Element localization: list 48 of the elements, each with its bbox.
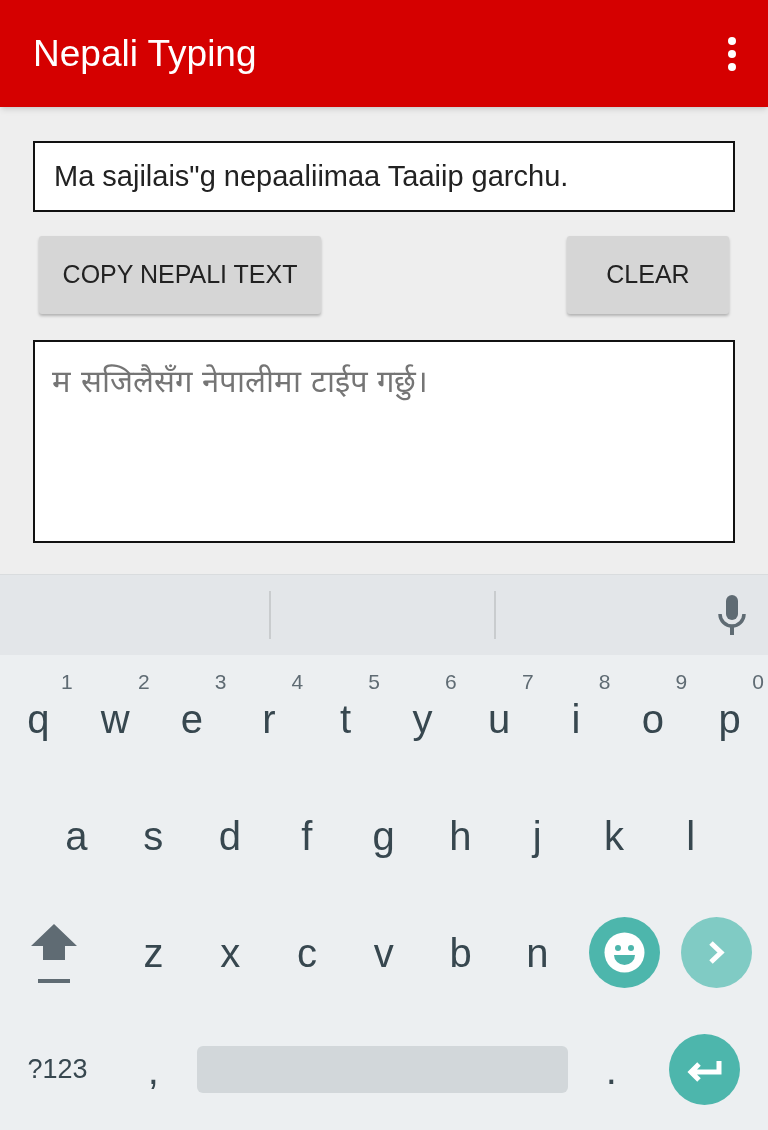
key-hint: 3 bbox=[214, 669, 227, 695]
key-hint: 9 bbox=[675, 669, 688, 695]
keyboard-key[interactable]: , bbox=[115, 1011, 192, 1128]
keyboard-key[interactable]: r 4 bbox=[230, 660, 308, 777]
keyboard-key[interactable]: o 9 bbox=[614, 660, 692, 777]
more-options-icon[interactable] bbox=[726, 35, 738, 72]
keyboard-key[interactable]: f bbox=[268, 777, 346, 894]
key-hint: 4 bbox=[291, 669, 304, 695]
keyboard-key[interactable]: z bbox=[115, 894, 192, 1011]
keyboard-key[interactable]: l bbox=[652, 777, 730, 894]
keyboard-key[interactable]: w 2 bbox=[76, 660, 154, 777]
keyboard-key[interactable]: u 7 bbox=[460, 660, 538, 777]
keyboard-key[interactable]: b bbox=[422, 894, 499, 1011]
keyboard-key[interactable]: e 3 bbox=[153, 660, 231, 777]
keyboard-key[interactable]: i 8 bbox=[537, 660, 615, 777]
keyboard-key[interactable]: j bbox=[498, 777, 576, 894]
next-button[interactable] bbox=[681, 917, 753, 988]
keyboard-key[interactable]: h bbox=[422, 777, 499, 894]
keyboard-key[interactable]: p 0 bbox=[691, 660, 768, 777]
keyboard-key[interactable]: c bbox=[268, 894, 346, 1011]
keyboard-key[interactable]: a bbox=[38, 777, 115, 894]
enter-button[interactable] bbox=[669, 1034, 741, 1105]
keyboard-key[interactable]: x bbox=[191, 894, 269, 1011]
key-hint: 7 bbox=[521, 669, 534, 695]
clear-button[interactable]: CLEAR bbox=[567, 236, 729, 314]
key-hint: 8 bbox=[598, 669, 611, 695]
key-hint: 6 bbox=[445, 669, 457, 695]
keyboard-key[interactable]: n bbox=[499, 894, 576, 1011]
key-hint: 1 bbox=[61, 669, 73, 695]
copy-button[interactable]: COPY NEPALI TEXT bbox=[39, 236, 321, 314]
keyboard-key[interactable]: g bbox=[345, 777, 422, 894]
key-hint: 5 bbox=[368, 669, 380, 695]
keyboard-key[interactable]: s bbox=[114, 777, 192, 894]
emoji-button[interactable] bbox=[589, 917, 661, 988]
keyboard-key[interactable]: y 6 bbox=[384, 660, 461, 777]
keyboard-key[interactable]: v bbox=[345, 894, 423, 1011]
output-text-area[interactable]: म सजिलैसँग नेपालीमा टाईप गर्छु। bbox=[33, 340, 735, 543]
keyboard-key[interactable]: . bbox=[572, 1011, 650, 1128]
keyboard-key[interactable]: d bbox=[191, 777, 269, 894]
key-hint: 2 bbox=[137, 669, 150, 695]
symbols-key[interactable]: ?123 bbox=[0, 1011, 115, 1128]
keyboard-key[interactable]: k bbox=[575, 777, 653, 894]
keyboard-key[interactable]: q 1 bbox=[0, 660, 77, 777]
keyboard-key[interactable]: t 5 bbox=[307, 660, 384, 777]
key-hint: 0 bbox=[752, 669, 764, 695]
app-title: Nepali Typing bbox=[33, 31, 257, 76]
microphone-icon[interactable] bbox=[716, 595, 748, 635]
input-field[interactable]: Ma sajilais"g nepaaliimaa Taaiip garchu. bbox=[33, 141, 735, 212]
